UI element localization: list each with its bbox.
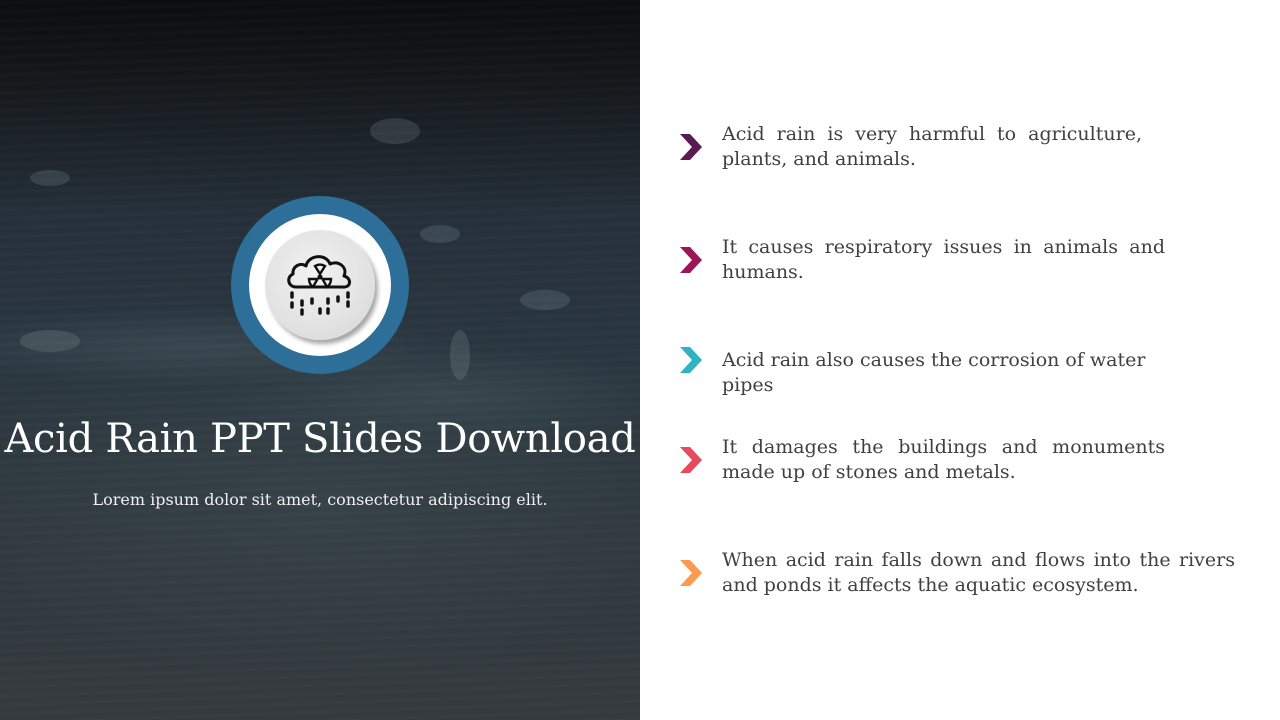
- point-text: It damages the buildings and monuments m…: [722, 436, 1165, 483]
- chevron-right-icon: [680, 247, 702, 273]
- raindrop: [450, 330, 470, 380]
- point-text: It causes respiratory issues in animals …: [722, 236, 1165, 283]
- point-item: It damages the buildings and monuments m…: [678, 435, 1238, 489]
- badge-white-ring: [249, 214, 391, 356]
- point-item: When acid rain falls down and flows into…: [678, 548, 1238, 602]
- raindrop: [370, 118, 420, 144]
- point-item: Acid rain also causes the corrosion of w…: [678, 347, 1238, 396]
- raindrop: [520, 290, 570, 310]
- hero-icon-badge: [231, 196, 409, 374]
- point-text: Acid rain is very harmful to agriculture…: [722, 123, 1142, 170]
- point-item: Acid rain is very harmful to agriculture…: [678, 122, 1238, 176]
- acid-rain-cloud-icon: [287, 255, 351, 316]
- slide-subtitle: Lorem ipsum dolor sit amet, consectetur …: [92, 490, 548, 509]
- badge-inner-circle: [265, 230, 375, 340]
- point-text: When acid rain falls down and flows into…: [722, 549, 1235, 596]
- slide-title: Acid Rain PPT Slides Download: [4, 416, 636, 462]
- chevron-right-icon: [680, 347, 702, 373]
- chevron-right-icon: [680, 447, 702, 473]
- point-text: Acid rain also causes the corrosion of w…: [722, 349, 1146, 396]
- chevron-right-icon: [680, 560, 702, 586]
- point-item: It causes respiratory issues in animals …: [678, 235, 1238, 289]
- chevron-right-icon: [680, 134, 702, 160]
- background-photo-panel: Acid Rain PPT Slides Download Lorem ipsu…: [0, 0, 640, 720]
- raindrop: [420, 225, 460, 243]
- raindrop: [30, 170, 70, 186]
- raindrop: [20, 330, 80, 352]
